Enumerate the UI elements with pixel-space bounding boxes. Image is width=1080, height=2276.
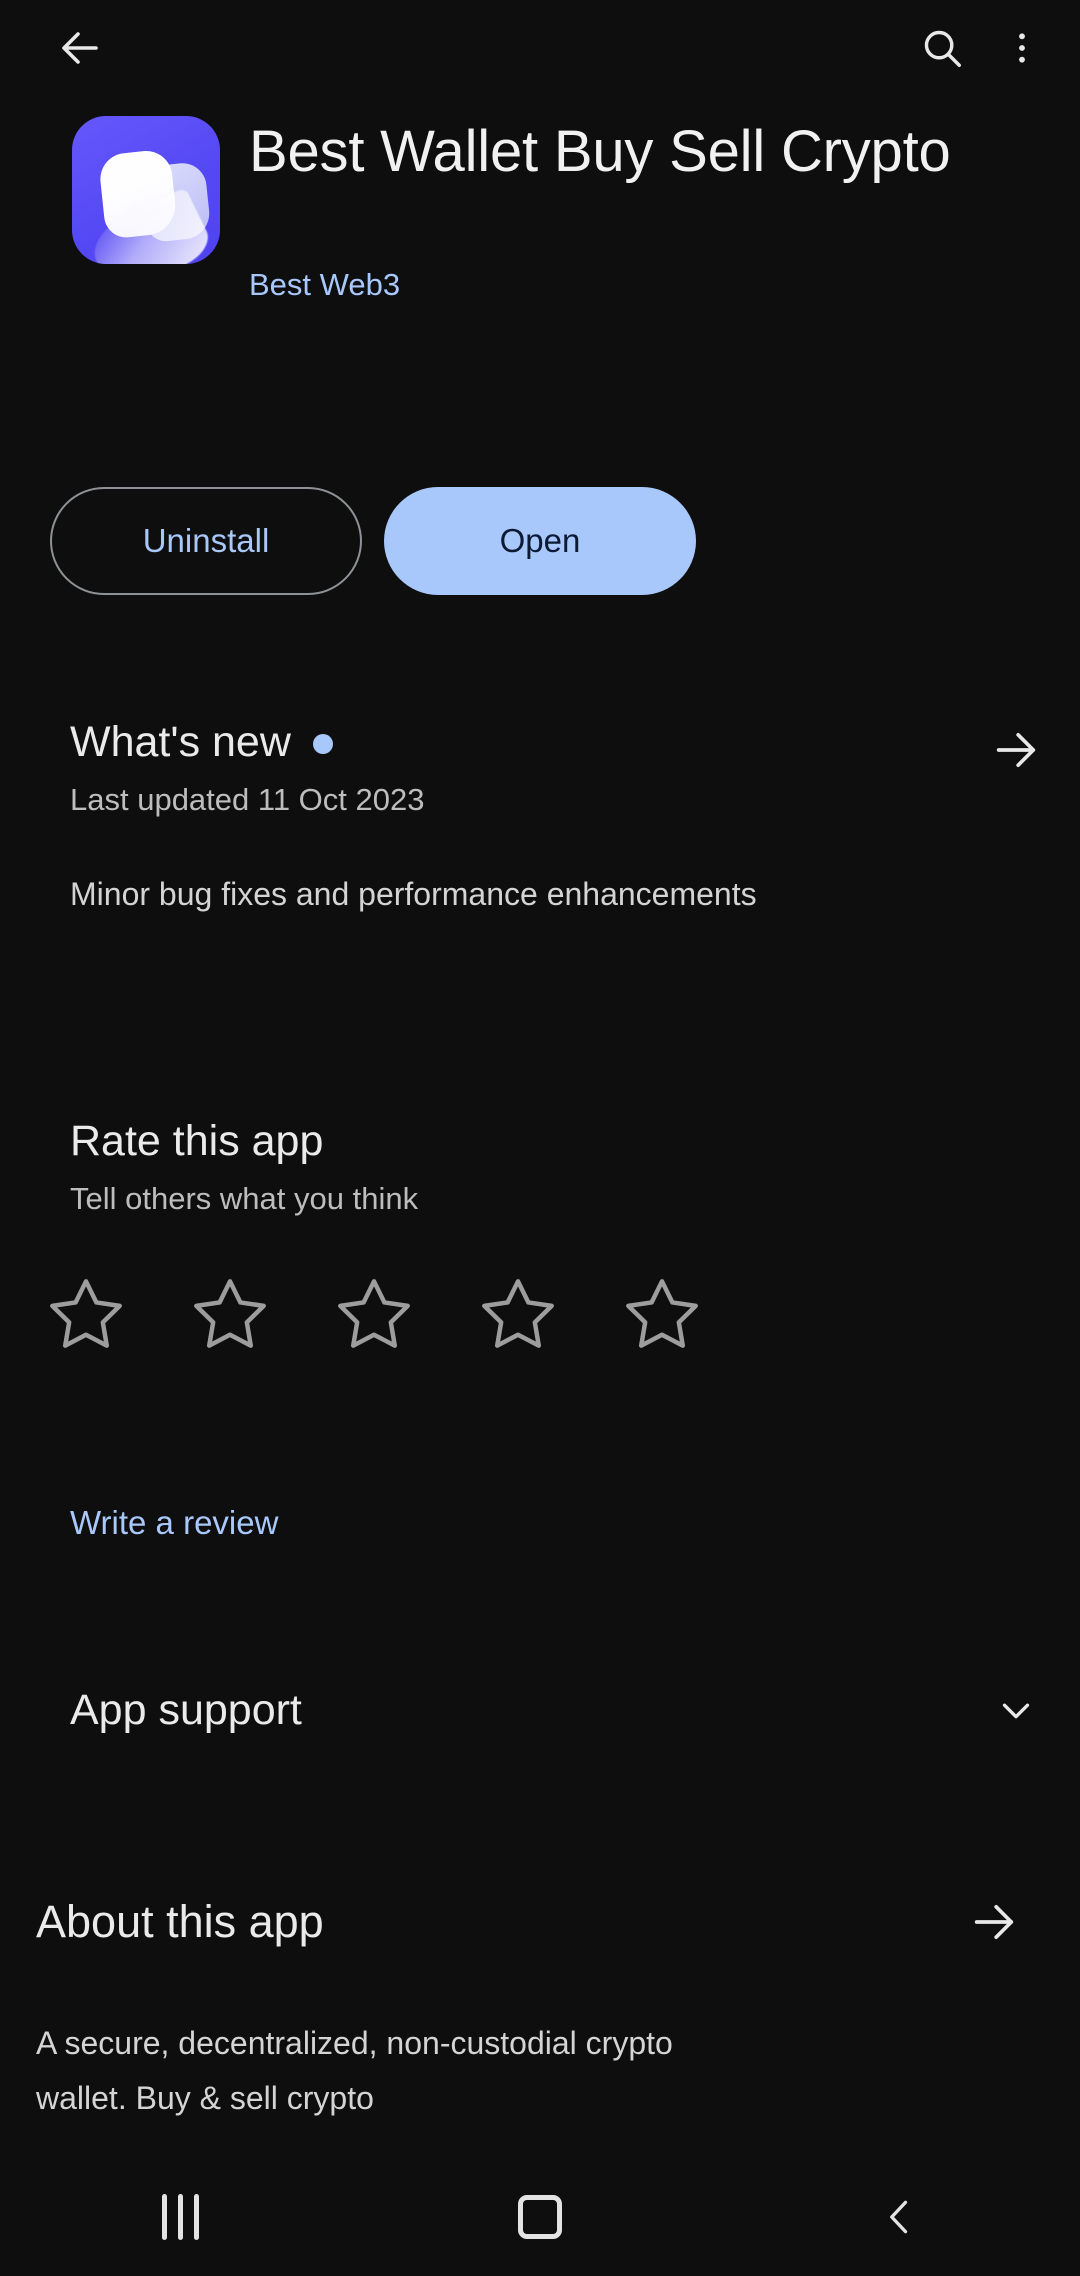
open-button[interactable]: Open — [384, 487, 696, 595]
about-this-app-arrow-button[interactable] — [962, 1890, 1026, 1954]
top-app-bar — [0, 0, 1080, 96]
star-outline-icon — [338, 1279, 410, 1348]
about-description-line-2: wallet. Buy & sell crypto — [36, 2080, 374, 2116]
top-bar-actions — [902, 8, 1062, 88]
overflow-menu-button[interactable] — [982, 8, 1062, 88]
star-outline-icon — [50, 1279, 122, 1348]
whats-new-arrow-button[interactable] — [984, 718, 1048, 782]
whats-new-section[interactable]: What's new Last updated 11 Oct 2023 Mino… — [0, 716, 1080, 912]
about-description-line-1: A secure, decentralized, non-custodial c… — [36, 2025, 673, 2061]
star-outline-icon — [194, 1279, 266, 1348]
whats-new-heading-text: What's new — [70, 718, 291, 766]
more-vertical-icon — [1019, 33, 1025, 63]
app-action-buttons: Uninstall Open — [0, 487, 1080, 595]
arrow-right-icon — [996, 732, 1036, 768]
chevron-left-icon — [890, 2200, 908, 2234]
app-title: Best Wallet Buy Sell Crypto — [249, 119, 951, 184]
about-this-app-section[interactable]: About this app A secure, decentralized, … — [0, 1890, 1080, 2116]
recents-icon — [161, 2194, 199, 2240]
back-button[interactable] — [40, 8, 120, 88]
whats-new-heading: What's new — [70, 716, 333, 768]
recents-button[interactable] — [90, 2158, 270, 2276]
star-1[interactable] — [14, 1265, 158, 1365]
chevron-down-icon — [1002, 1703, 1030, 1719]
rate-app-subtitle: Tell others what you think — [70, 1181, 419, 1216]
search-button[interactable] — [902, 8, 982, 88]
app-support-expander-button[interactable] — [984, 1678, 1048, 1742]
best-wallet-app-icon — [72, 116, 220, 264]
rate-app-heading: Rate this app — [70, 1117, 324, 1165]
star-5[interactable] — [590, 1265, 734, 1365]
write-review-link[interactable]: Write a review — [70, 1503, 278, 1543]
star-2[interactable] — [158, 1265, 302, 1365]
star-outline-icon — [626, 1279, 698, 1348]
system-back-button[interactable] — [810, 2158, 990, 2276]
home-square-icon — [518, 2195, 562, 2239]
about-this-app-heading: About this app — [36, 1896, 324, 1947]
search-icon — [924, 30, 961, 67]
star-3[interactable] — [302, 1265, 446, 1365]
android-navigation-bar — [0, 2158, 1080, 2276]
arrow-left-icon — [62, 32, 98, 64]
home-button[interactable] — [450, 2158, 630, 2276]
star-4[interactable] — [446, 1265, 590, 1365]
uninstall-button[interactable]: Uninstall — [50, 487, 362, 595]
rating-stars[interactable] — [14, 1265, 734, 1365]
app-support-heading: App support — [70, 1686, 302, 1734]
app-support-section[interactable]: App support — [0, 1678, 1080, 1742]
changelog-text: Minor bug fixes and performance enhancem… — [70, 876, 757, 912]
whats-new-new-badge — [312, 734, 333, 754]
star-outline-icon — [482, 1279, 554, 1348]
app-developer-link[interactable]: Best Web3 — [249, 266, 400, 304]
arrow-right-icon — [974, 1904, 1014, 1940]
last-updated-text: Last updated 11 Oct 2023 — [70, 782, 425, 817]
